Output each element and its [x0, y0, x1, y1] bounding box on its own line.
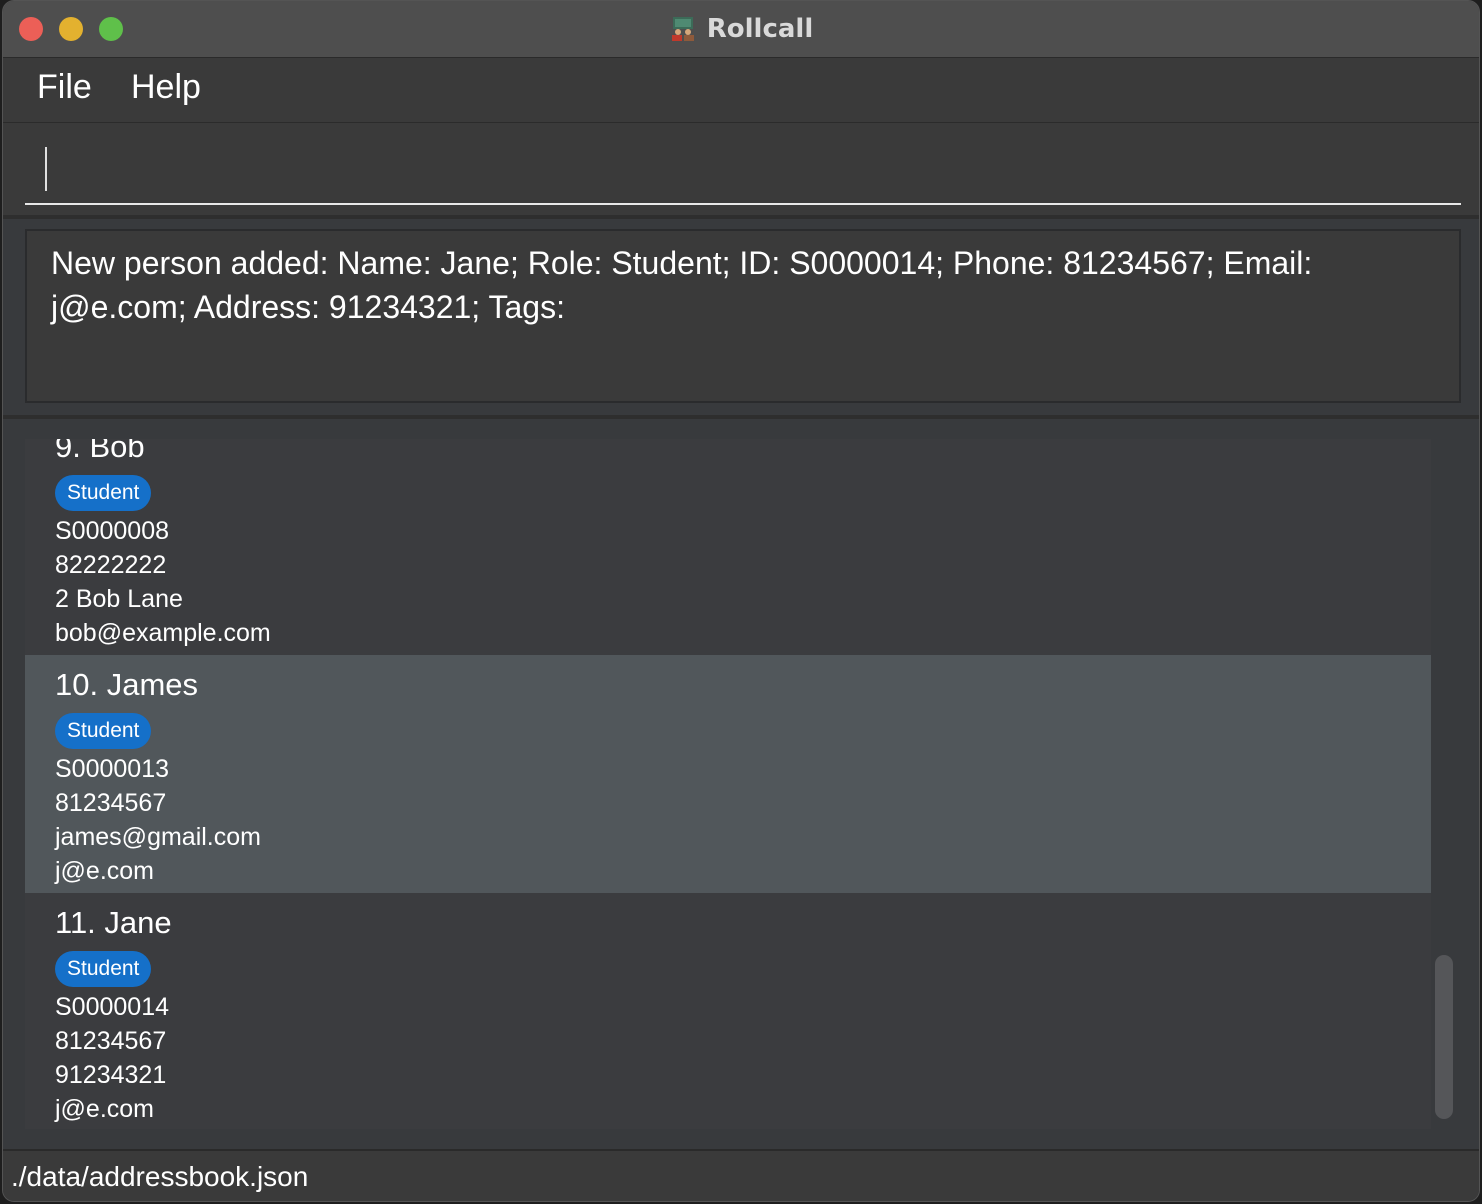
command-input[interactable] [25, 133, 1461, 205]
result-message[interactable]: New person added: Name: Jane; Role: Stud… [25, 229, 1461, 403]
person-phone: 82222222 [55, 551, 167, 579]
menu-bar: File Help [3, 58, 1479, 123]
person-phone: 81234567 [55, 1027, 167, 1055]
person-id: S0000008 [55, 517, 170, 545]
window-title-group: Rollcall [3, 1, 1479, 57]
menu-file[interactable]: File [37, 68, 92, 107]
person-id: S0000014 [55, 993, 170, 1021]
role-badge: Student [55, 713, 152, 749]
text-caret [45, 147, 47, 191]
person-list-panel: 9. Bob Student S0000008 82222222 2 Bob L… [3, 419, 1479, 1147]
person-card[interactable]: 9. Bob Student S0000008 82222222 2 Bob L… [25, 439, 1431, 655]
person-address: 91234321 [55, 1061, 167, 1089]
person-card-selected[interactable]: 10. James Student S0000013 81234567 jame… [25, 655, 1431, 893]
person-list[interactable]: 9. Bob Student S0000008 82222222 2 Bob L… [25, 439, 1431, 1129]
person-email: j@e.com [55, 857, 155, 885]
classroom-app-icon [669, 15, 697, 43]
app-window: Rollcall File Help New person added: Nam… [2, 0, 1480, 1202]
person-name: 11. Jane [55, 905, 172, 940]
menu-help[interactable]: Help [131, 68, 201, 107]
person-id: S0000013 [55, 755, 170, 783]
window-title: Rollcall [706, 14, 814, 44]
person-address: 2 Bob Lane [55, 585, 183, 613]
status-bar: ./data/addressbook.json [3, 1149, 1479, 1201]
person-email: bob@example.com [55, 619, 271, 647]
person-card[interactable]: 11. Jane Student S0000014 81234567 91234… [25, 893, 1431, 1129]
command-box-area [3, 123, 1479, 215]
result-display-area: New person added: Name: Jane; Role: Stud… [3, 219, 1479, 415]
title-bar[interactable]: Rollcall [3, 1, 1479, 58]
list-scrollbar-thumb[interactable] [1435, 955, 1453, 1119]
person-name: 10. James [55, 667, 199, 702]
role-badge: Student [55, 475, 152, 511]
person-phone: 81234567 [55, 789, 167, 817]
person-address: james@gmail.com [55, 823, 261, 851]
role-badge: Student [55, 951, 152, 987]
person-email: j@e.com [55, 1095, 155, 1123]
data-file-path: ./data/addressbook.json [11, 1161, 309, 1192]
person-name: 9. Bob [55, 439, 145, 464]
